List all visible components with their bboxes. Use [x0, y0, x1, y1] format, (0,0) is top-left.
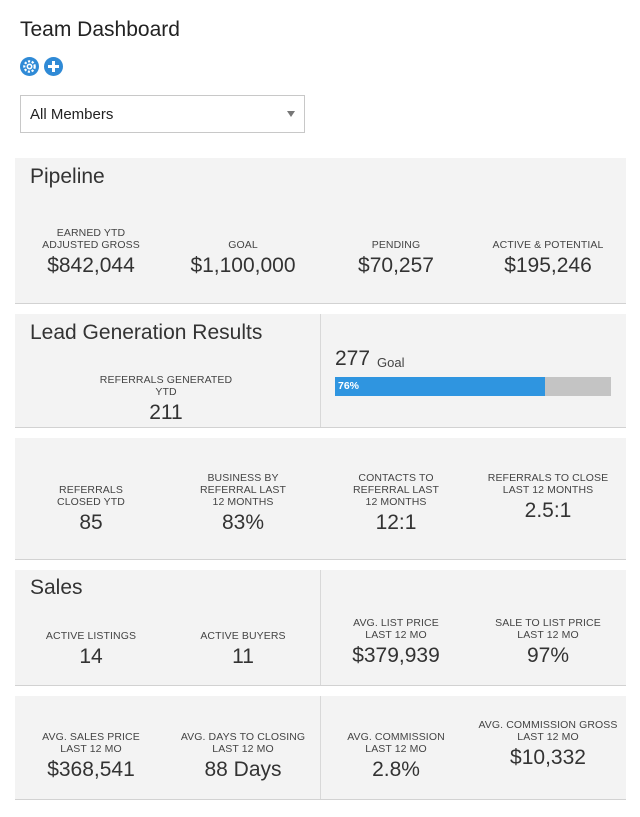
stat-label: EARNED YTD ADJUSTED GROSS	[42, 227, 140, 251]
referral-goal-value: 277	[335, 347, 371, 370]
stat-avg-sales-price: AVG. SALES PRICE LAST 12 MO $368,541	[15, 731, 167, 782]
stat-value: $195,246	[504, 254, 592, 277]
stat-value: 11	[232, 645, 254, 668]
stat-active-listings: ACTIVE LISTINGS 14	[15, 630, 167, 669]
referral-goal-progress-bar: 76%	[335, 377, 611, 396]
stat-active-potential: ACTIVE & POTENTIAL $195,246	[472, 239, 624, 278]
stat-avg-commission: AVG. COMMISSION LAST 12 MO 2.8%	[320, 731, 472, 782]
stat-value: $10,332	[510, 746, 586, 769]
stat-label: AVG. COMMISSION LAST 12 MO	[347, 731, 445, 755]
stat-label: ACTIVE BUYERS	[200, 630, 286, 642]
stat-label: ACTIVE & POTENTIAL	[492, 239, 604, 251]
stat-pending: PENDING $70,257	[320, 239, 472, 278]
chevron-down-icon	[287, 111, 295, 117]
member-select-value: All Members	[30, 106, 114, 123]
stat-contacts-to-referral: CONTACTS TO REFERRAL LAST 12 MONTHS 12:1	[320, 472, 472, 535]
sales-panel: Sales ACTIVE LISTINGS 14 ACTIVE BUYERS 1…	[15, 570, 626, 686]
referrals-panel: REFERRALS CLOSED YTD 85 BUSINESS BY REFE…	[15, 438, 626, 560]
stat-value: 88 Days	[204, 758, 282, 781]
stat-label: BUSINESS BY REFERRAL LAST 12 MONTHS	[199, 472, 287, 508]
referral-goal-label: Goal	[377, 355, 405, 370]
lead-generation-title: Lead Generation Results	[30, 321, 263, 344]
stat-value: 12:1	[375, 511, 417, 534]
stat-goal: GOAL $1,100,000	[167, 239, 319, 278]
pipeline-title: Pipeline	[30, 165, 105, 188]
stat-value: 2.8%	[372, 758, 420, 781]
stat-value: 2.5:1	[524, 499, 572, 522]
stat-label: ACTIVE LISTINGS	[45, 630, 137, 642]
stat-business-by-referral: BUSINESS BY REFERRAL LAST 12 MONTHS 83%	[167, 472, 319, 535]
stat-value: 97%	[526, 644, 570, 667]
stat-referrals-to-close: REFERRALS TO CLOSE LAST 12 MONTHS 2.5:1	[472, 472, 624, 523]
stat-avg-days-to-closing: AVG. DAYS TO CLOSING LAST 12 MO 88 Days	[167, 731, 319, 782]
stat-value: $368,541	[47, 758, 135, 781]
stat-value: $1,100,000	[190, 254, 296, 277]
stat-label: AVG. COMMISSION GROSS LAST 12 MO	[478, 719, 618, 743]
stat-avg-list-price: AVG. LIST PRICE LAST 12 MO $379,939	[320, 617, 472, 668]
stat-active-buyers: ACTIVE BUYERS 11	[167, 630, 319, 669]
lead-generation-panel: Lead Generation Results REFERRALS GENERA…	[15, 314, 626, 428]
plus-circle-icon[interactable]	[44, 57, 63, 76]
stat-value: 83%	[221, 511, 265, 534]
stat-value: 85	[79, 511, 103, 534]
stat-value: $842,044	[47, 254, 135, 277]
stat-label: CONTACTS TO REFERRAL LAST 12 MONTHS	[352, 472, 440, 508]
progress-percent-label: 76%	[338, 380, 360, 392]
stat-avg-commission-gross: AVG. COMMISSION GROSS LAST 12 MO $10,332	[472, 719, 624, 770]
stat-label: REFERRALS TO CLOSE LAST 12 MONTHS	[487, 472, 609, 496]
pipeline-panel: Pipeline EARNED YTD ADJUSTED GROSS $842,…	[15, 158, 626, 304]
stat-label: AVG. DAYS TO CLOSING LAST 12 MO	[180, 731, 306, 755]
stat-label: REFERRALS CLOSED YTD	[57, 484, 125, 508]
stat-value: $379,939	[352, 644, 440, 667]
member-select[interactable]: All Members	[20, 95, 305, 133]
stat-label: REFERRALS GENERATED YTD	[99, 374, 233, 398]
stat-label: AVG. LIST PRICE LAST 12 MO	[353, 617, 439, 641]
progress-fill	[335, 377, 545, 396]
page-title: Team Dashboard	[20, 18, 180, 41]
stat-value: 211	[149, 401, 183, 424]
stat-label: GOAL	[228, 239, 258, 251]
stat-label: PENDING	[371, 239, 421, 251]
stat-value: 14	[79, 645, 103, 668]
stat-earned-ytd: EARNED YTD ADJUSTED GROSS $842,044	[15, 227, 167, 278]
stat-label: SALE TO LIST PRICE LAST 12 MO	[495, 617, 601, 641]
sales-title: Sales	[30, 576, 83, 599]
stat-label: AVG. SALES PRICE LAST 12 MO	[42, 731, 140, 755]
stat-referrals-generated: REFERRALS GENERATED YTD 211	[90, 374, 242, 425]
stat-sale-to-list-price: SALE TO LIST PRICE LAST 12 MO 97%	[472, 617, 624, 668]
stat-referrals-closed: REFERRALS CLOSED YTD 85	[15, 484, 167, 535]
stat-value: $70,257	[358, 254, 434, 277]
gear-icon[interactable]	[20, 57, 39, 76]
averages-panel: AVG. SALES PRICE LAST 12 MO $368,541 AVG…	[15, 696, 626, 800]
panel-divider	[320, 314, 321, 427]
